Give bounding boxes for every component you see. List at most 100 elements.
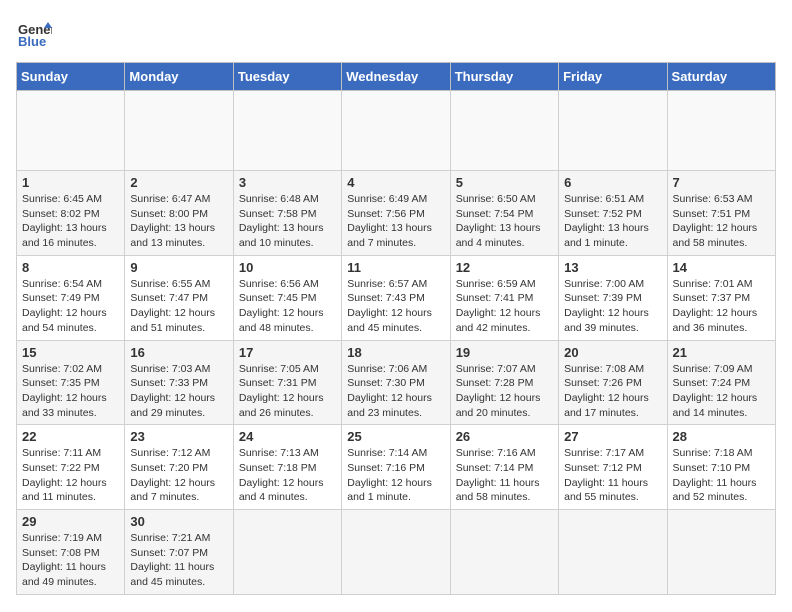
calendar-cell: 5 Sunrise: 6:50 AM Sunset: 7:54 PM Daylig… [450,171,558,256]
week-row-4: 22 Sunrise: 7:11 AM Sunset: 7:22 PM Dayli… [17,425,776,510]
day-info: Sunrise: 7:05 AM Sunset: 7:31 PM Dayligh… [239,362,336,421]
day-info: Sunrise: 6:50 AM Sunset: 7:54 PM Dayligh… [456,192,553,251]
day-info: Sunrise: 7:00 AM Sunset: 7:39 PM Dayligh… [564,277,661,336]
day-info: Sunrise: 6:55 AM Sunset: 7:47 PM Dayligh… [130,277,227,336]
day-info: Sunrise: 7:09 AM Sunset: 7:24 PM Dayligh… [673,362,770,421]
day-info: Sunrise: 7:14 AM Sunset: 7:16 PM Dayligh… [347,446,444,505]
day-number: 19 [456,345,553,360]
day-info: Sunrise: 6:59 AM Sunset: 7:41 PM Dayligh… [456,277,553,336]
calendar-cell: 4 Sunrise: 6:49 AM Sunset: 7:56 PM Daylig… [342,171,450,256]
day-info: Sunrise: 7:19 AM Sunset: 7:08 PM Dayligh… [22,531,119,590]
day-number: 27 [564,429,661,444]
day-number: 10 [239,260,336,275]
day-number: 6 [564,175,661,190]
calendar-cell: 23 Sunrise: 7:12 AM Sunset: 7:20 PM Dayli… [125,425,233,510]
day-number: 24 [239,429,336,444]
day-info: Sunrise: 7:18 AM Sunset: 7:10 PM Dayligh… [673,446,770,505]
day-number: 26 [456,429,553,444]
calendar-cell [667,510,775,595]
day-number: 3 [239,175,336,190]
calendar-cell: 21 Sunrise: 7:09 AM Sunset: 7:24 PM Dayli… [667,340,775,425]
day-number: 25 [347,429,444,444]
calendar-cell: 6 Sunrise: 6:51 AM Sunset: 7:52 PM Daylig… [559,171,667,256]
calendar-cell: 25 Sunrise: 7:14 AM Sunset: 7:16 PM Dayli… [342,425,450,510]
day-info: Sunrise: 6:45 AM Sunset: 8:02 PM Dayligh… [22,192,119,251]
calendar-table: SundayMondayTuesdayWednesdayThursdayFrid… [16,62,776,595]
calendar-cell: 26Sunrise: 7:16 AM Sunset: 7:14 PM Dayli… [450,425,558,510]
day-number: 2 [130,175,227,190]
calendar-header-row: SundayMondayTuesdayWednesdayThursdayFrid… [17,63,776,91]
calendar-cell: 16 Sunrise: 7:03 AM Sunset: 7:33 PM Dayli… [125,340,233,425]
calendar-cell: 29 Sunrise: 7:19 AM Sunset: 7:08 PM Dayli… [17,510,125,595]
calendar-cell: 9 Sunrise: 6:55 AM Sunset: 7:47 PM Daylig… [125,255,233,340]
calendar-cell: 20 Sunrise: 7:08 AM Sunset: 7:26 PM Dayli… [559,340,667,425]
day-info: Sunrise: 6:54 AM Sunset: 7:49 PM Dayligh… [22,277,119,336]
day-number: 22 [22,429,119,444]
col-header-monday: Monday [125,63,233,91]
day-number: 1 [22,175,119,190]
logo: General Blue [16,16,52,52]
calendar-cell [559,510,667,595]
day-number: 5 [456,175,553,190]
calendar-cell: 10 Sunrise: 6:56 AM Sunset: 7:45 PM Dayli… [233,255,341,340]
day-info: Sunrise: 6:51 AM Sunset: 7:52 PM Dayligh… [564,192,661,251]
calendar-cell [667,91,775,171]
day-number: 9 [130,260,227,275]
col-header-saturday: Saturday [667,63,775,91]
calendar-cell: 28 Sunrise: 7:18 AM Sunset: 7:10 PM Dayli… [667,425,775,510]
col-header-sunday: Sunday [17,63,125,91]
week-row-5: 29 Sunrise: 7:19 AM Sunset: 7:08 PM Dayli… [17,510,776,595]
day-number: 23 [130,429,227,444]
day-info: Sunrise: 7:13 AM Sunset: 7:18 PM Dayligh… [239,446,336,505]
calendar-cell [17,91,125,171]
calendar-cell: 18 Sunrise: 7:06 AM Sunset: 7:30 PM Dayli… [342,340,450,425]
week-row-2: 8Sunrise: 6:54 AM Sunset: 7:49 PM Daylig… [17,255,776,340]
day-info: Sunrise: 6:48 AM Sunset: 7:58 PM Dayligh… [239,192,336,251]
calendar-cell [125,91,233,171]
day-number: 4 [347,175,444,190]
calendar-cell: 3 Sunrise: 6:48 AM Sunset: 7:58 PM Daylig… [233,171,341,256]
calendar-cell: 11Sunrise: 6:57 AM Sunset: 7:43 PM Dayli… [342,255,450,340]
calendar-cell [342,91,450,171]
calendar-cell [342,510,450,595]
calendar-cell [450,91,558,171]
day-info: Sunrise: 7:08 AM Sunset: 7:26 PM Dayligh… [564,362,661,421]
day-number: 15 [22,345,119,360]
calendar-cell [559,91,667,171]
calendar-cell [233,91,341,171]
col-header-thursday: Thursday [450,63,558,91]
day-number: 29 [22,514,119,529]
calendar-cell: 1 Sunrise: 6:45 AM Sunset: 8:02 PM Daylig… [17,171,125,256]
day-number: 18 [347,345,444,360]
day-info: Sunrise: 7:03 AM Sunset: 7:33 PM Dayligh… [130,362,227,421]
calendar-cell [233,510,341,595]
day-number: 30 [130,514,227,529]
day-info: Sunrise: 7:12 AM Sunset: 7:20 PM Dayligh… [130,446,227,505]
day-info: Sunrise: 7:02 AM Sunset: 7:35 PM Dayligh… [22,362,119,421]
day-info: Sunrise: 6:56 AM Sunset: 7:45 PM Dayligh… [239,277,336,336]
calendar-cell: 8Sunrise: 6:54 AM Sunset: 7:49 PM Daylig… [17,255,125,340]
week-row-1: 1 Sunrise: 6:45 AM Sunset: 8:02 PM Daylig… [17,171,776,256]
day-info: Sunrise: 7:06 AM Sunset: 7:30 PM Dayligh… [347,362,444,421]
day-number: 16 [130,345,227,360]
calendar-cell: 19Sunrise: 7:07 AM Sunset: 7:28 PM Dayli… [450,340,558,425]
day-number: 21 [673,345,770,360]
day-number: 11 [347,260,444,275]
calendar-cell: 22 Sunrise: 7:11 AM Sunset: 7:22 PM Dayli… [17,425,125,510]
day-info: Sunrise: 7:17 AM Sunset: 7:12 PM Dayligh… [564,446,661,505]
day-info: Sunrise: 7:11 AM Sunset: 7:22 PM Dayligh… [22,446,119,505]
day-number: 20 [564,345,661,360]
col-header-friday: Friday [559,63,667,91]
day-number: 28 [673,429,770,444]
day-info: Sunrise: 7:21 AM Sunset: 7:07 PM Dayligh… [130,531,227,590]
day-number: 12 [456,260,553,275]
day-info: Sunrise: 7:01 AM Sunset: 7:37 PM Dayligh… [673,277,770,336]
day-info: Sunrise: 6:49 AM Sunset: 7:56 PM Dayligh… [347,192,444,251]
svg-text:Blue: Blue [18,34,46,49]
col-header-wednesday: Wednesday [342,63,450,91]
day-number: 13 [564,260,661,275]
calendar-cell: 24 Sunrise: 7:13 AM Sunset: 7:18 PM Dayli… [233,425,341,510]
calendar-cell: 12 Sunrise: 6:59 AM Sunset: 7:41 PM Dayli… [450,255,558,340]
day-info: Sunrise: 6:47 AM Sunset: 8:00 PM Dayligh… [130,192,227,251]
week-row-3: 15 Sunrise: 7:02 AM Sunset: 7:35 PM Dayli… [17,340,776,425]
